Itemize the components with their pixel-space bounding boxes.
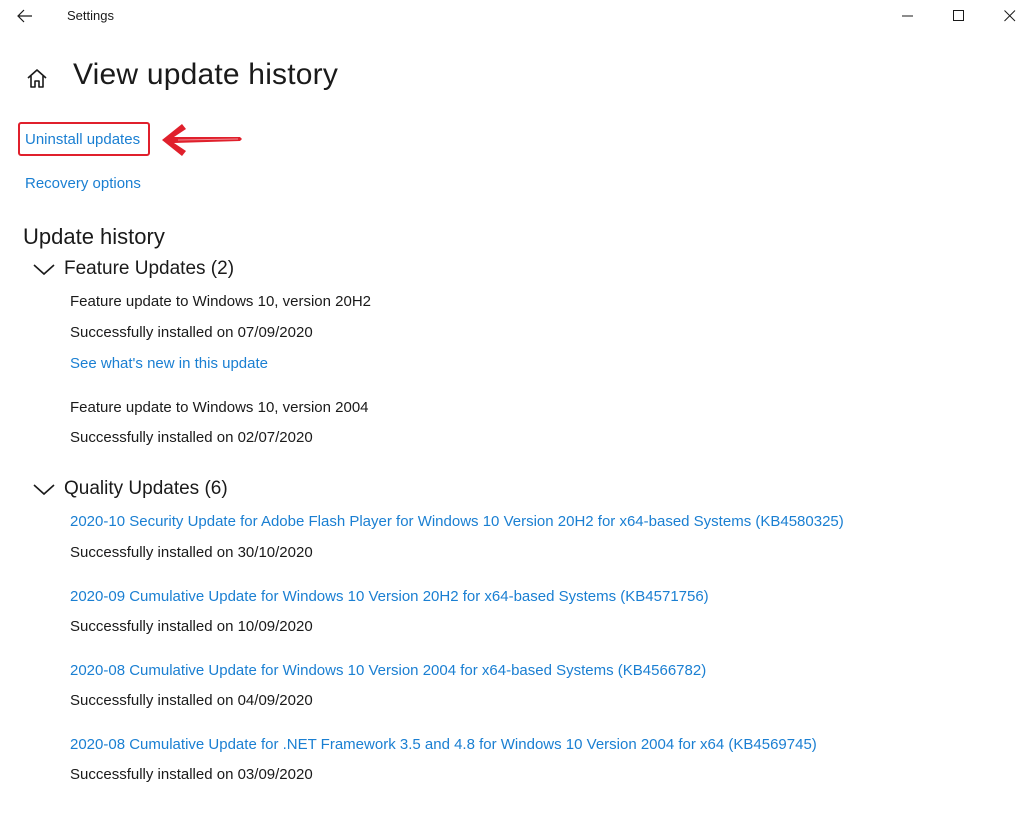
- recovery-options-link[interactable]: Recovery options: [25, 175, 141, 192]
- close-icon: [1004, 10, 1016, 22]
- next-update-row-clipped: [70, 805, 830, 813]
- update-status: Successfully installed on 30/10/2020: [70, 544, 313, 561]
- quality-updates-label: Quality Updates (6): [64, 478, 228, 499]
- update-link[interactable]: 2020-08 Cumulative Update for .NET Frame…: [70, 736, 817, 753]
- maximize-icon: [953, 10, 964, 21]
- chevron-down-icon: [33, 484, 55, 496]
- uninstall-updates-link[interactable]: Uninstall updates: [25, 131, 140, 148]
- home-icon: [27, 69, 47, 88]
- close-button[interactable]: [987, 0, 1033, 32]
- home-button[interactable]: [24, 66, 50, 92]
- whats-new-link[interactable]: See what's new in this update: [70, 355, 268, 372]
- quality-updates-header[interactable]: Quality Updates (6): [32, 478, 228, 500]
- feature-updates-label: Feature Updates (2): [64, 258, 235, 279]
- red-arrow-annotation: [162, 124, 242, 156]
- update-link[interactable]: 2020-10 Security Update for Adobe Flash …: [70, 513, 844, 530]
- minimize-icon: [902, 15, 913, 17]
- update-name: Feature update to Windows 10, version 20…: [70, 399, 369, 416]
- update-status: Successfully installed on 02/07/2020: [70, 429, 313, 446]
- app-title: Settings: [67, 8, 114, 23]
- title-bar: Settings: [0, 0, 1036, 32]
- update-link[interactable]: 2020-09 Cumulative Update for Windows 10…: [70, 588, 709, 605]
- update-status: Successfully installed on 07/09/2020: [70, 324, 313, 341]
- update-name: Feature update to Windows 10, version 20…: [70, 293, 372, 310]
- update-status: Successfully installed on 10/09/2020: [70, 618, 313, 635]
- update-history-heading: Update history: [23, 224, 165, 249]
- feature-updates-header[interactable]: Feature Updates (2): [32, 258, 234, 280]
- maximize-button[interactable]: [936, 0, 982, 32]
- update-link[interactable]: 2020-08 Cumulative Update for Windows 10…: [70, 662, 706, 679]
- settings-window: Settings View update history Uninstall u…: [0, 0, 1036, 813]
- update-status: Successfully installed on 04/09/2020: [70, 692, 313, 709]
- update-status: Successfully installed on 03/09/2020: [70, 766, 313, 783]
- minimize-button[interactable]: [885, 0, 931, 32]
- back-arrow-icon: [17, 9, 32, 23]
- chevron-down-icon: [33, 264, 55, 276]
- page-title: View update history: [73, 58, 339, 91]
- back-button[interactable]: [10, 2, 40, 30]
